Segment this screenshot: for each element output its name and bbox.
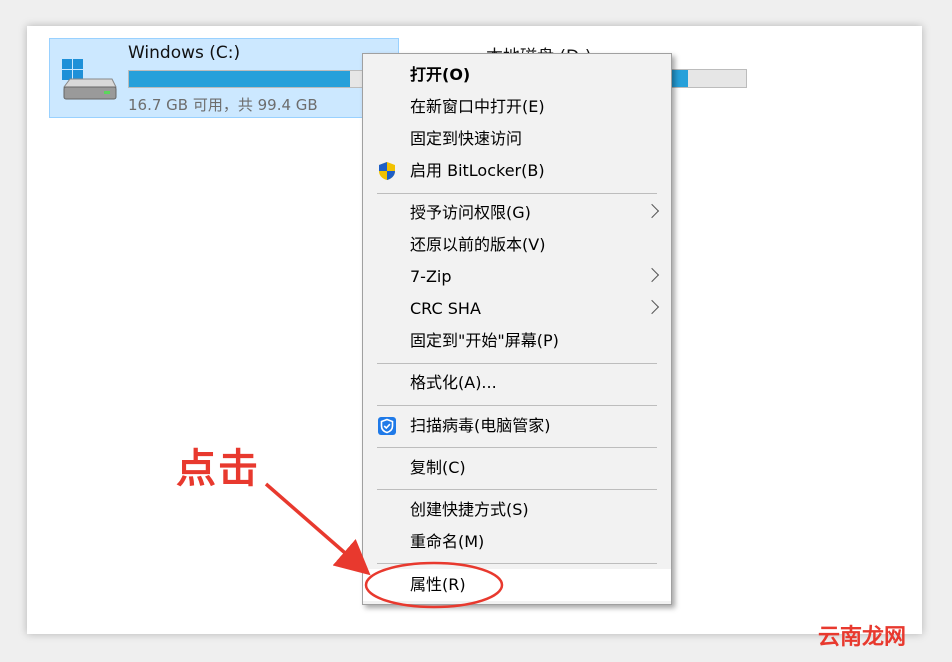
watermark-logo: 云南龙网 — [818, 625, 907, 650]
annotation-arrow-icon — [264, 482, 504, 609]
